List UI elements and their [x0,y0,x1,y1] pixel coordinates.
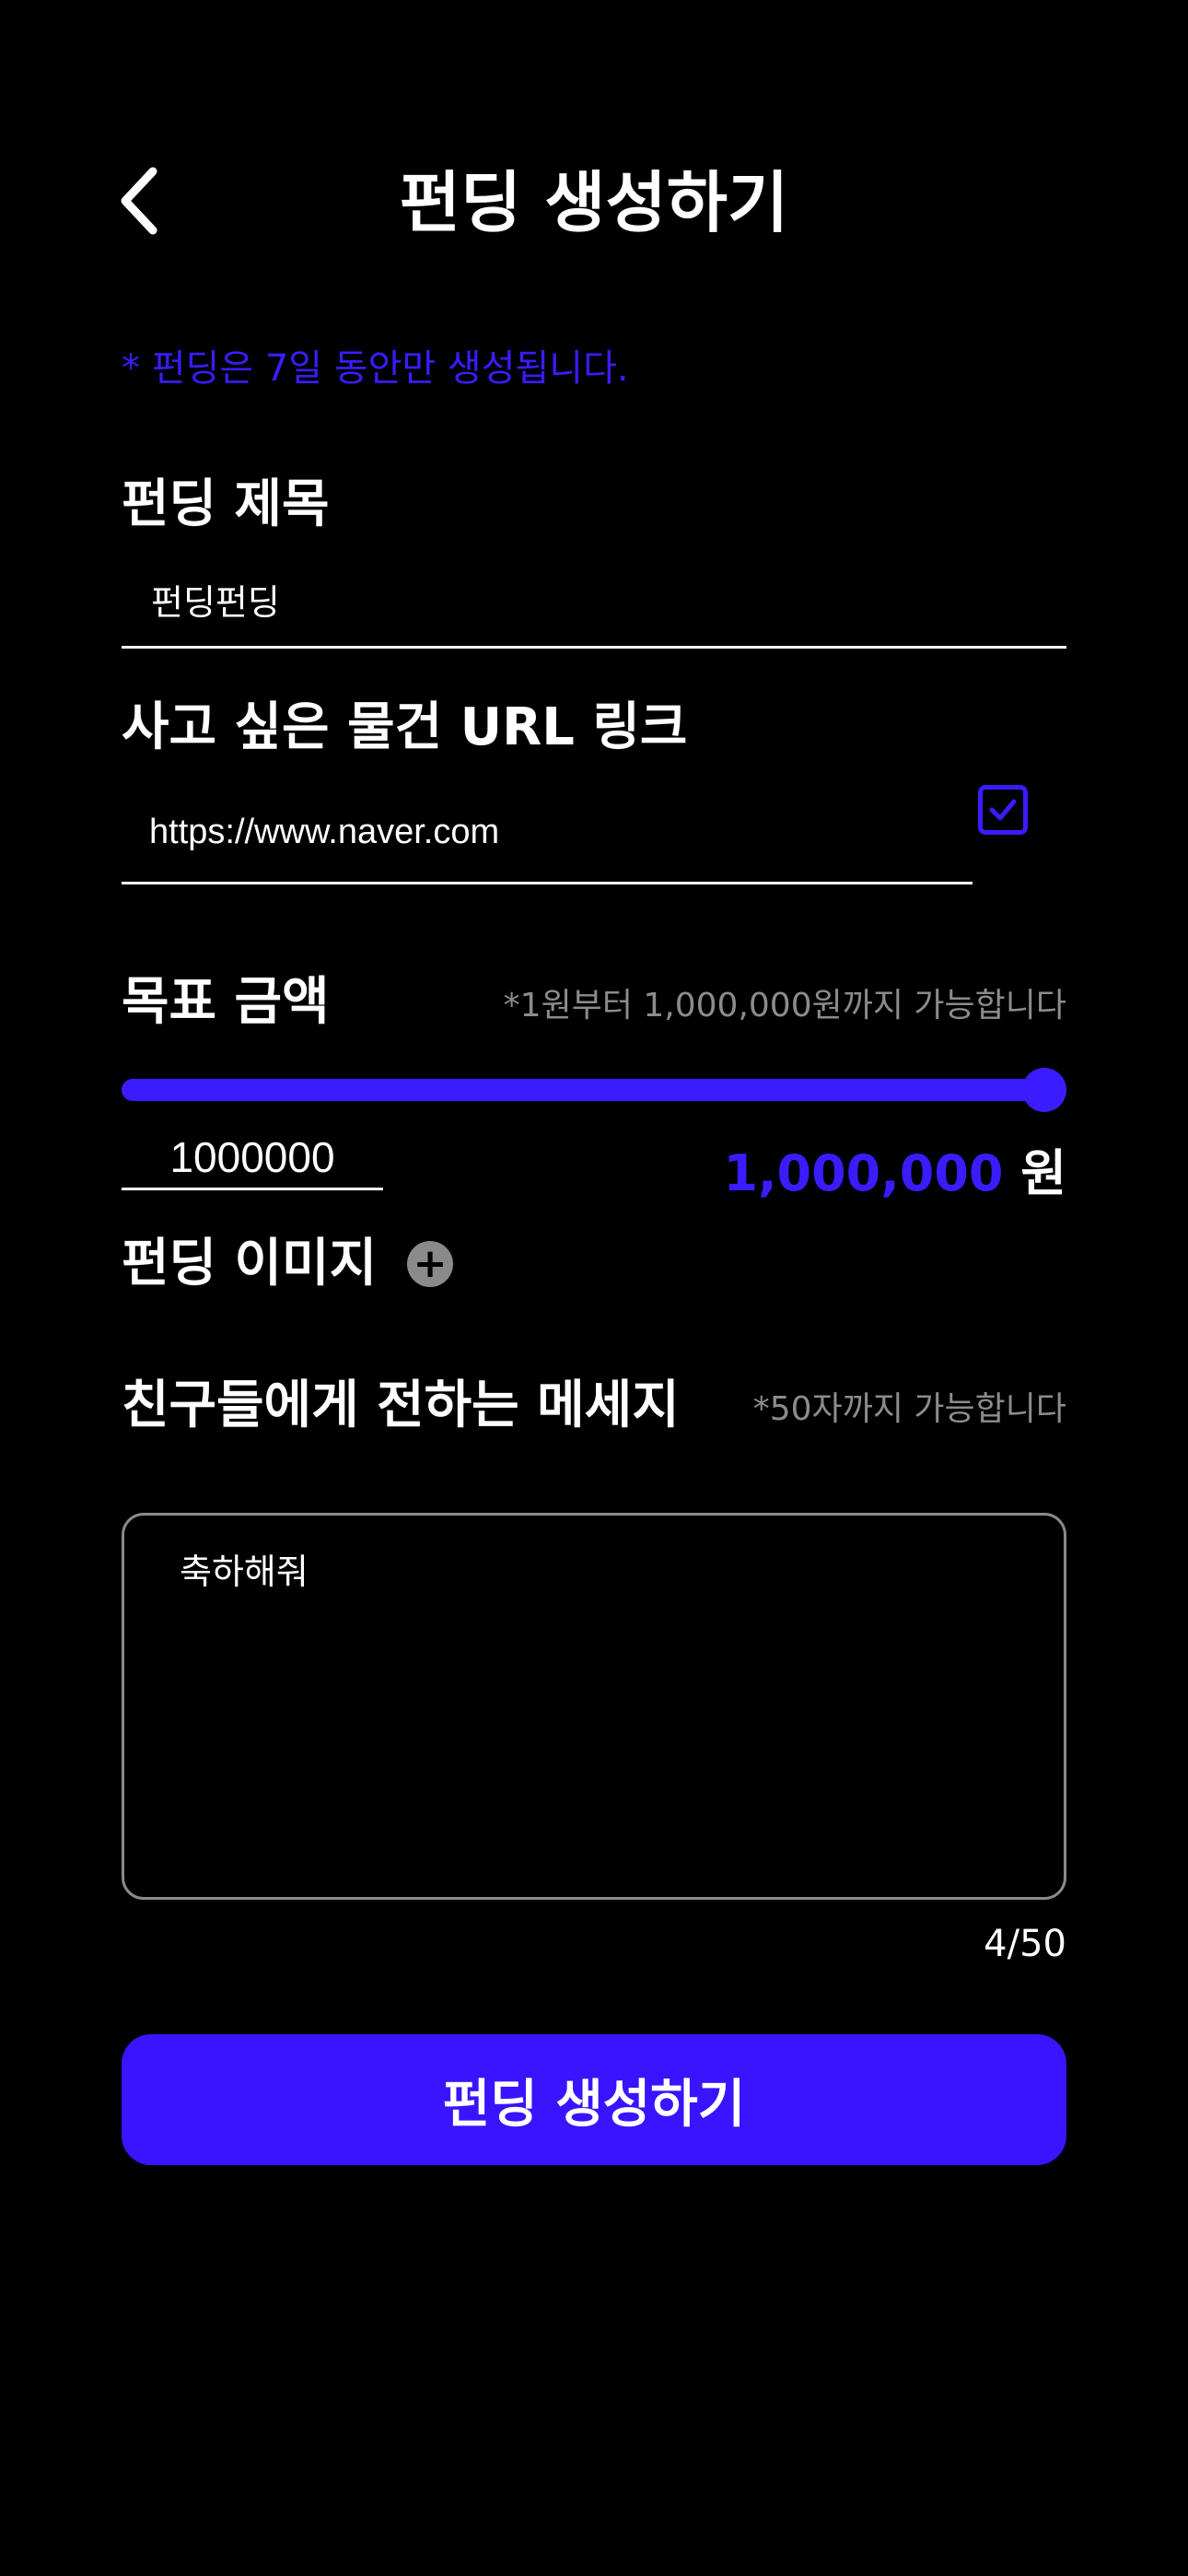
message-hint: *50자까지 가능합니다 [752,1390,1066,1428]
create-funding-button[interactable]: 펀딩 생성하기 [122,2034,1066,2165]
page-title: 펀딩 생성하기 [399,164,789,241]
goal-amount-unit: 원 [1020,1144,1066,1202]
goal-slider-track[interactable] [122,1079,1066,1101]
message-char-counter: 4/50 [984,1923,1066,1965]
goal-amount-input[interactable] [122,1126,383,1190]
goal-amount-display: 1,000,000 원 [723,1139,1066,1209]
goal-amount-label: 목표 금액 [122,972,330,1032]
funding-image-label: 펀딩 이미지 [122,1234,378,1294]
message-textarea[interactable]: 축하해줘 [122,1513,1066,1900]
funding-title-input[interactable] [122,553,1066,649]
product-url-label: 사고 싶은 물건 URL 링크 [122,697,688,757]
duration-notice: * 펀딩은 7일 동안만 생성됩니다. [122,347,629,390]
goal-slider-thumb[interactable] [1022,1068,1066,1112]
message-label: 친구들에게 전하는 메세지 [122,1376,680,1435]
goal-amount-hint: *1원부터 1,000,000원까지 가능합니다 [503,987,1066,1025]
checkbox-checked-icon[interactable] [978,785,1028,835]
goal-amount-value: 1,000,000 [723,1144,1004,1202]
plus-circle-icon[interactable]: + [407,1241,453,1287]
funding-title-label: 펀딩 제목 [122,474,330,534]
product-url-input[interactable] [122,783,973,884]
